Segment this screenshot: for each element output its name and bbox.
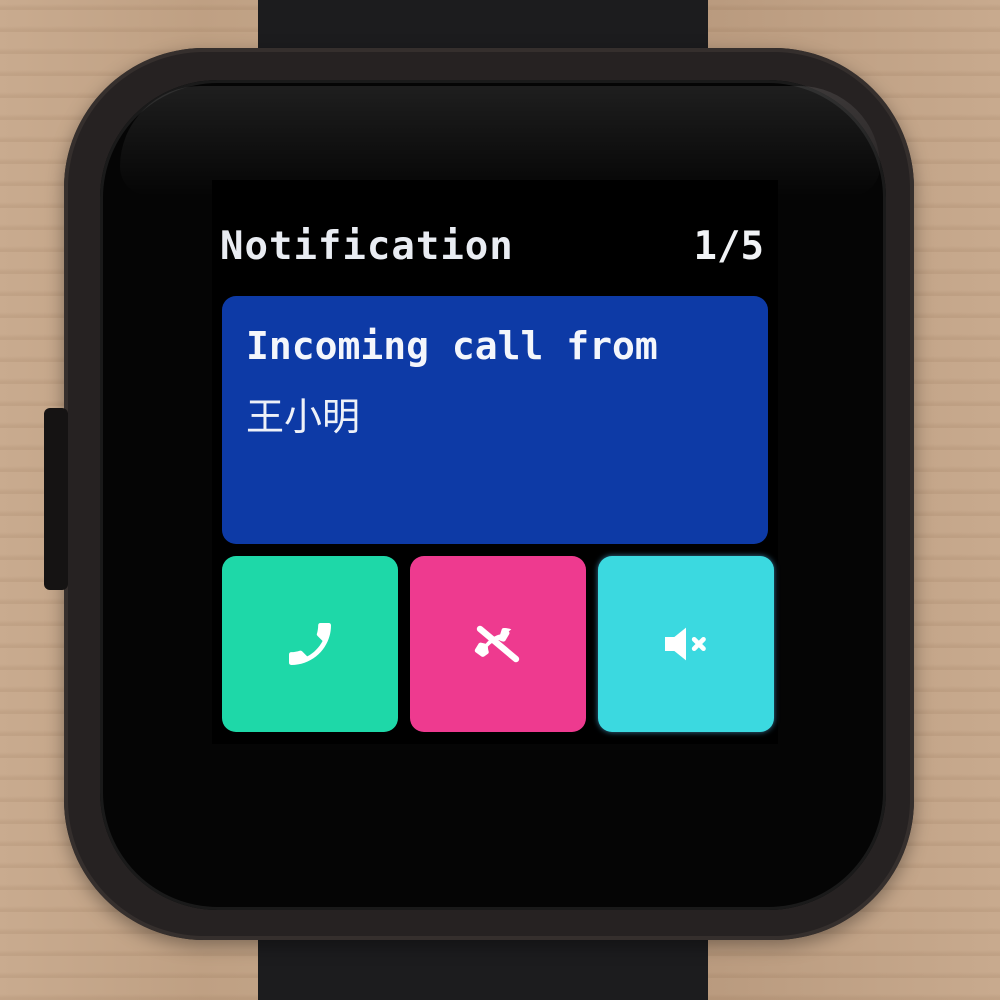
mute-button[interactable]: [598, 556, 774, 732]
watch-side-button[interactable]: [44, 408, 68, 590]
watch-screen: Notification 1/5 Incoming call from 王小明: [212, 180, 778, 744]
phone-off-icon: [466, 612, 530, 676]
phone-icon: [282, 616, 338, 672]
notification-title: Notification: [220, 224, 514, 269]
notification-message: Incoming call from: [246, 324, 658, 368]
notification-card[interactable]: Incoming call from 王小明: [222, 296, 768, 544]
speaker-mute-icon: [658, 616, 714, 672]
notification-header: Notification 1/5: [220, 224, 770, 274]
reject-call-button[interactable]: [410, 556, 586, 732]
caller-name: 王小明: [246, 395, 361, 439]
page-counter: 1/5: [693, 224, 764, 269]
accept-call-button[interactable]: [222, 556, 398, 732]
